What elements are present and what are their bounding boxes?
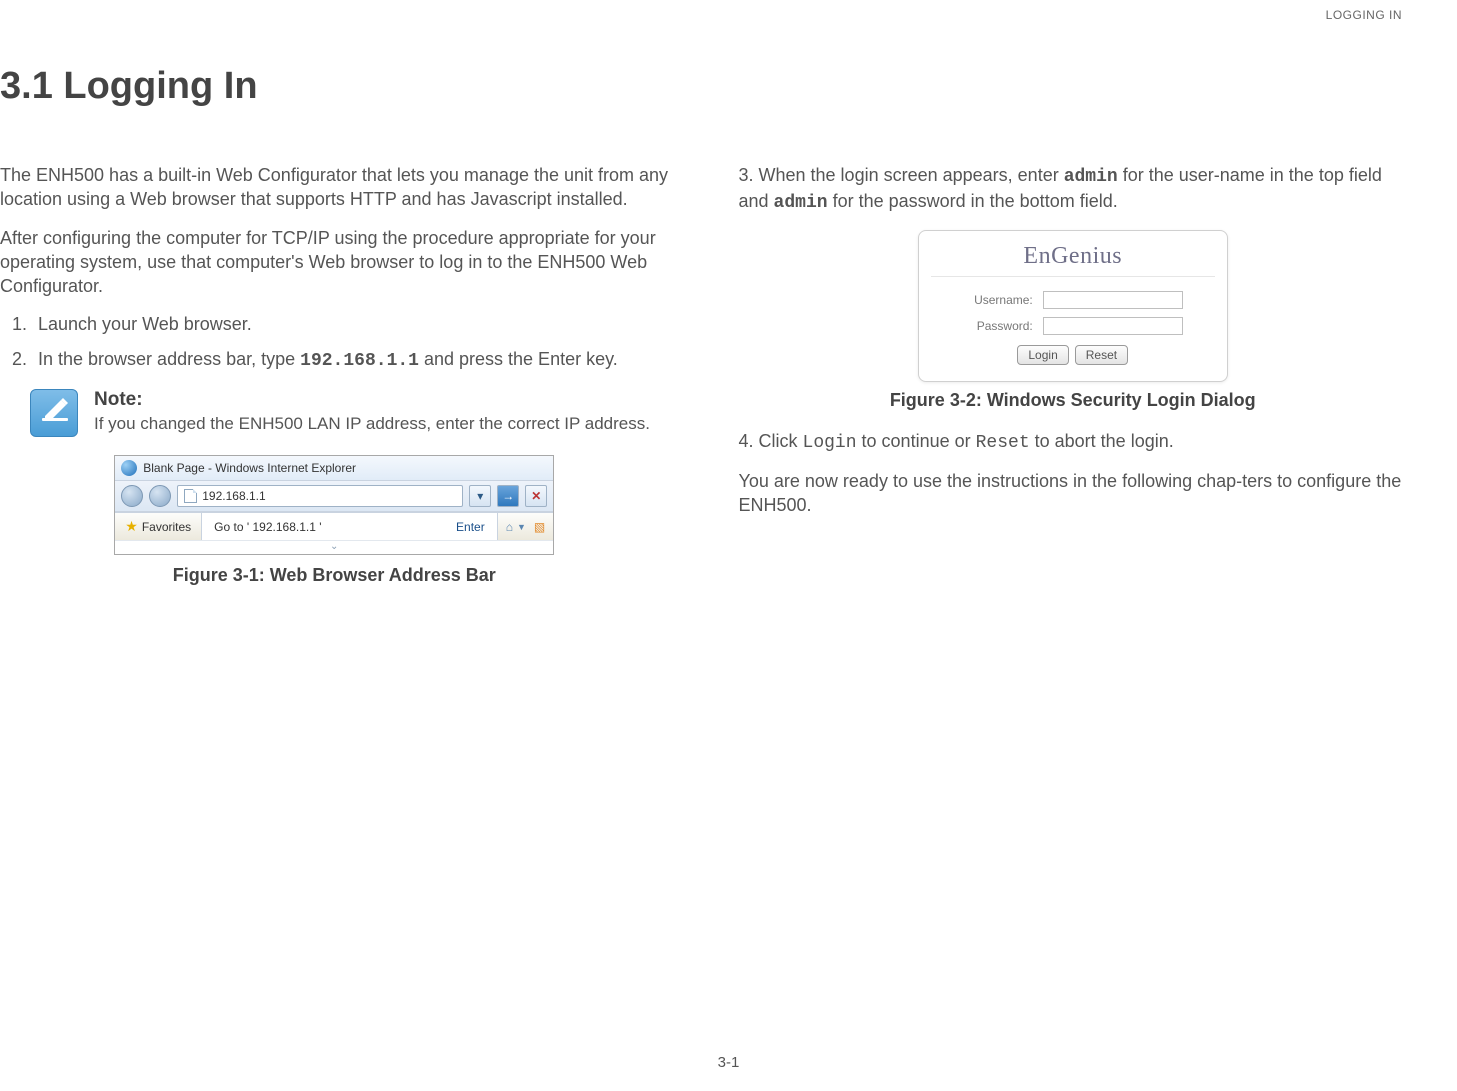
- login-brand: EnGenius: [931, 231, 1215, 277]
- note-pencil-icon: [30, 389, 78, 437]
- figure-2-caption: Figure 3-2: Windows Security Login Dialo…: [739, 390, 1408, 411]
- step-4-a: 4. Click: [739, 431, 803, 451]
- step-3-a: 3. When the login screen appears, enter: [739, 165, 1064, 185]
- step-4-login: Login: [803, 433, 857, 453]
- step-3-admin-1: admin: [1064, 167, 1118, 187]
- step-1: Launch your Web browser.: [32, 312, 669, 336]
- stop-button[interactable]: ✕: [525, 485, 547, 507]
- nav-back-icon[interactable]: [121, 485, 143, 507]
- favorites-button[interactable]: ★ Favorites: [115, 513, 202, 540]
- right-column: 3. When the login screen appears, enter …: [739, 163, 1408, 586]
- figure-login-dialog: EnGenius Username: Password: Login Reset: [918, 230, 1228, 382]
- password-input[interactable]: [1043, 317, 1183, 335]
- goto-text: Go to ' 192.168.1.1 ': [214, 520, 321, 534]
- note-text: Note: If you changed the ENH500 LAN IP a…: [94, 389, 650, 435]
- step-2-ip: 192.168.1.1: [300, 351, 419, 371]
- step-4-c: to abort the login.: [1030, 431, 1174, 451]
- login-password-row: Password:: [919, 317, 1227, 335]
- suggest-expand[interactable]: ⌄: [115, 540, 553, 554]
- step-3: 3. When the login screen appears, enter …: [739, 163, 1408, 216]
- browser-titlebar: Blank Page - Windows Internet Explorer: [115, 456, 553, 481]
- step-2-text-b: and press the Enter key.: [419, 349, 618, 369]
- running-header: LOGGING IN: [1326, 8, 1402, 22]
- note-title: Note:: [94, 389, 650, 411]
- intro-paragraph-2: After configuring the computer for TCP/I…: [0, 226, 669, 299]
- browser-address-row: 192.168.1.1 ▾ → ✕: [115, 481, 553, 512]
- feed-icon: ▧: [534, 520, 545, 534]
- two-column-layout: The ENH500 has a built-in Web Configurat…: [0, 163, 1407, 586]
- step-3-c: for the password in the bottom field.: [828, 191, 1118, 211]
- step-4: 4. Click Login to continue or Reset to a…: [739, 429, 1408, 455]
- page-number: 3-1: [718, 1054, 740, 1071]
- goto-suggestion[interactable]: Go to ' 192.168.1.1 ' Enter: [202, 513, 497, 540]
- browser-title-text: Blank Page - Windows Internet Explorer: [143, 461, 356, 475]
- note-body: If you changed the ENH500 LAN IP address…: [94, 413, 650, 435]
- username-input[interactable]: [1043, 291, 1183, 309]
- goto-b: ': [316, 520, 322, 534]
- chevron-down-icon: ▼: [517, 522, 526, 532]
- step-4-b: to continue or: [857, 431, 976, 451]
- goto-a: Go to ': [214, 520, 252, 534]
- section-heading: 3.1 Logging In: [0, 65, 1407, 108]
- enter-label: Enter: [456, 520, 485, 534]
- go-button[interactable]: →: [497, 485, 519, 507]
- ie-icon: [121, 460, 137, 476]
- left-column: The ENH500 has a built-in Web Configurat…: [0, 163, 669, 586]
- login-button[interactable]: Login: [1017, 345, 1068, 365]
- browser-suggest-row: ★ Favorites Go to ' 192.168.1.1 ' Enter …: [115, 512, 553, 540]
- nav-forward-icon[interactable]: [149, 485, 171, 507]
- figure-1-caption: Figure 3-1: Web Browser Address Bar: [0, 565, 669, 586]
- password-label: Password:: [963, 319, 1033, 333]
- figure-browser-address-bar: Blank Page - Windows Internet Explorer 1…: [114, 455, 554, 555]
- page-icon: [184, 489, 197, 503]
- step-list: Launch your Web browser. In the browser …: [32, 312, 669, 373]
- closing-paragraph: You are now ready to use the instruction…: [739, 469, 1408, 518]
- favorites-label: Favorites: [142, 520, 191, 534]
- reset-button[interactable]: Reset: [1075, 345, 1128, 365]
- dropdown-button[interactable]: ▾: [469, 485, 491, 507]
- username-label: Username:: [963, 293, 1033, 307]
- home-dropdown[interactable]: ⌂ ▼ ▧: [497, 513, 554, 540]
- goto-ip: 192.168.1.1: [252, 520, 315, 534]
- step-4-reset: Reset: [976, 433, 1030, 453]
- login-button-row: Login Reset: [919, 345, 1227, 365]
- home-icon: ⌂: [506, 520, 513, 534]
- step-2: In the browser address bar, type 192.168…: [32, 347, 669, 373]
- address-bar[interactable]: 192.168.1.1: [177, 485, 463, 507]
- note-block: Note: If you changed the ENH500 LAN IP a…: [30, 389, 669, 437]
- star-icon: ★: [125, 518, 138, 535]
- address-bar-value: 192.168.1.1: [202, 489, 265, 503]
- login-username-row: Username:: [919, 291, 1227, 309]
- step-2-text-a: In the browser address bar, type: [38, 349, 300, 369]
- step-3-admin-2: admin: [774, 193, 828, 213]
- intro-paragraph-1: The ENH500 has a built-in Web Configurat…: [0, 163, 669, 212]
